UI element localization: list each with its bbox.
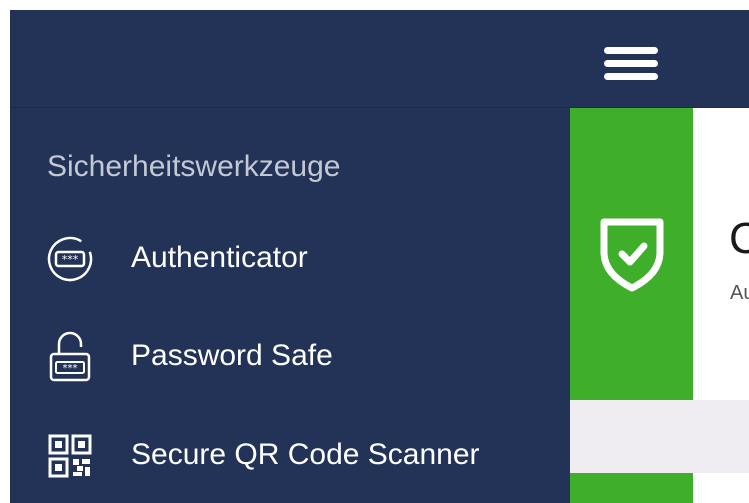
menu-item-password-safe[interactable]: *** Password Safe <box>10 311 570 401</box>
qr-code-icon <box>48 434 92 478</box>
menu-item-qr-scanner[interactable]: Secure QR Code Scanner <box>10 410 570 500</box>
status-card[interactable]: C Au <box>693 108 749 400</box>
hamburger-menu-icon[interactable] <box>603 44 659 84</box>
padlock-icon: *** <box>49 331 91 382</box>
navigation-drawer: Sicherheitswerkzeuge *** Authenticator *… <box>10 108 570 503</box>
menu-item-authenticator[interactable]: *** Authenticator <box>10 213 570 303</box>
menu-bar <box>604 73 658 80</box>
status-card-title: C <box>729 214 749 263</box>
menu-bar <box>604 47 658 54</box>
menu-item-label: Secure QR Code Scanner <box>131 438 480 471</box>
svg-text:***: *** <box>62 253 79 266</box>
menu-item-label: Authenticator <box>131 241 308 274</box>
menu-bar <box>604 60 658 67</box>
authenticator-icon: *** <box>47 236 93 282</box>
status-card-subtitle: Au <box>730 282 749 304</box>
content-strip <box>570 400 749 473</box>
section-heading: Sicherheitswerkzeuge <box>47 150 341 183</box>
shield-check-icon <box>600 218 664 292</box>
menu-item-label: Password Safe <box>131 339 333 372</box>
svg-text:***: *** <box>63 363 78 374</box>
